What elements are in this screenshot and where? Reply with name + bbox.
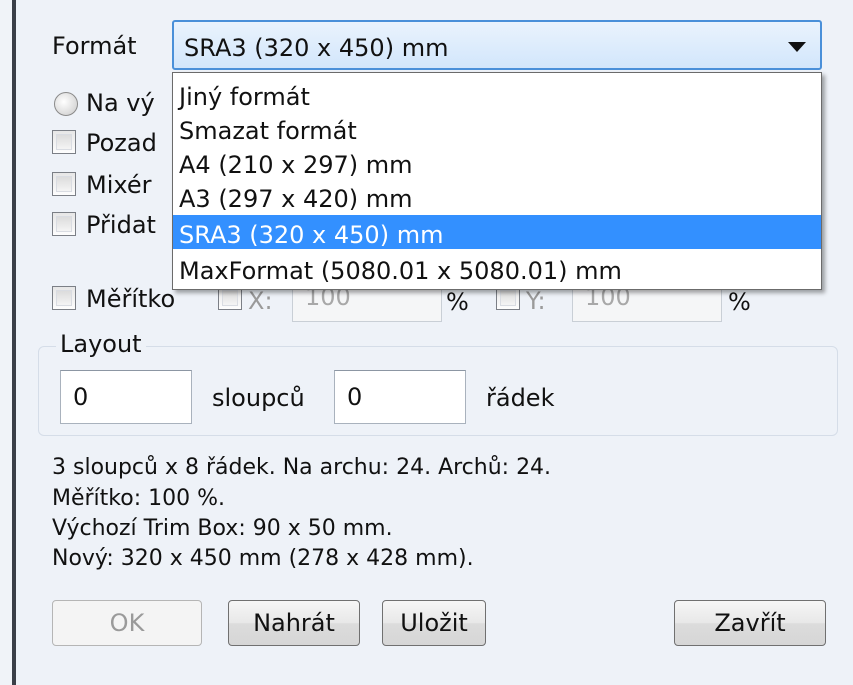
format-option-selected[interactable]: SRA3 (320 x 450) mm [173, 215, 821, 249]
format-option[interactable]: MaxFormat (5080.01 x 5080.01) mm [173, 251, 821, 285]
info-layout: 3 sloupců x 8 řádek. Na archu: 24. Archů… [52, 455, 552, 480]
scale-y-unit: % [728, 288, 751, 316]
position-radio[interactable] [54, 92, 78, 116]
format-option-label: Smazat formát [179, 117, 357, 145]
mixer-checkbox-label: Mixér [86, 171, 152, 199]
background-checkbox[interactable] [52, 130, 76, 154]
columns-value: 0 [73, 383, 89, 411]
columns-input[interactable]: 0 [60, 370, 192, 424]
format-option-label: A4 (210 x 297) mm [179, 151, 413, 179]
format-option[interactable]: Smazat formát [173, 111, 821, 145]
layout-group-title: Layout [56, 330, 146, 358]
add-checkbox-label: Přidat [86, 211, 156, 239]
columns-label: sloupců [212, 384, 305, 412]
chevron-down-icon[interactable] [788, 42, 806, 52]
add-checkbox[interactable] [52, 212, 76, 236]
scale-x-unit: % [446, 288, 469, 316]
rows-input[interactable]: 0 [334, 370, 466, 424]
format-option-label: A3 (297 x 420) mm [179, 185, 413, 213]
format-label: Formát [52, 32, 137, 60]
format-option[interactable]: A4 (210 x 297) mm [173, 145, 821, 179]
format-option-label: SRA3 (320 x 450) mm [179, 221, 444, 249]
format-dropdown-list: Jiný formát Smazat formát A4 (210 x 297)… [172, 72, 822, 290]
scale-x-label: X: [248, 287, 273, 315]
close-button[interactable]: Zavřít [674, 600, 826, 646]
background-checkbox-label: Pozad [86, 129, 157, 157]
mixer-checkbox[interactable] [52, 172, 76, 196]
rows-value: 0 [347, 383, 363, 411]
format-option[interactable]: Jiný formát [173, 77, 821, 111]
format-option-label: Jiný formát [179, 83, 310, 111]
format-option-label: MaxFormat (5080.01 x 5080.01) mm [179, 257, 622, 285]
dialog-panel: Formát SRA3 (320 x 450) mm Na vý Pozad M… [16, 0, 853, 685]
info-new-size: Nový: 320 x 450 mm (278 x 428 mm). [52, 546, 474, 571]
scale-checkbox[interactable] [52, 286, 76, 310]
info-scale: Měřítko: 100 %. [52, 486, 226, 511]
window-edge [0, 0, 12, 685]
scale-checkbox-label: Měřítko [86, 285, 176, 313]
load-button[interactable]: Nahrát [228, 600, 360, 646]
format-option[interactable]: A3 (297 x 420) mm [173, 179, 821, 213]
rows-label: řádek [486, 384, 555, 412]
position-radio-label: Na vý [86, 89, 155, 117]
info-trim-box: Výchozí Trim Box: 90 x 50 mm. [52, 516, 393, 541]
scale-y-label: Y: [526, 287, 546, 315]
ok-button[interactable]: OK [52, 600, 202, 646]
save-button[interactable]: Uložit [382, 600, 486, 646]
format-selected-value: SRA3 (320 x 450) mm [184, 34, 449, 62]
format-select[interactable]: SRA3 (320 x 450) mm [172, 20, 822, 70]
